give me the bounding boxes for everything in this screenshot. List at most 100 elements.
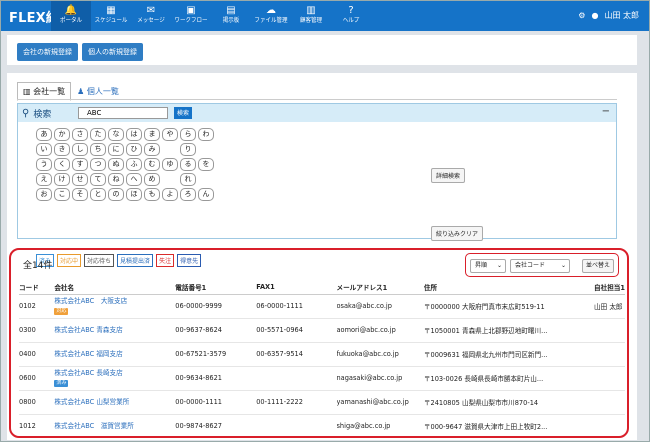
kana-button[interactable]: て [90,173,106,186]
kana-button[interactable]: わ [198,128,214,141]
detail-search-button[interactable]: 詳細検索 [431,168,466,183]
table-row[interactable]: 0400 株式会社ABC 福岡支店 00-67521-3579 00-6357-951… [19,342,625,367]
kana-button[interactable]: く [54,158,70,171]
kana-button[interactable]: そ [72,188,88,201]
kana-button[interactable]: う [36,158,52,171]
kana-button[interactable]: や [162,128,178,141]
kana-button[interactable]: へ [126,173,142,186]
search-input[interactable] [78,107,168,119]
company-name-link[interactable]: 株式会社ABC 大阪支店 [54,297,127,305]
kana-button[interactable]: ふ [126,158,142,171]
column-header[interactable]: コード [19,280,55,295]
column-header[interactable]: 住所 [423,280,595,295]
sort-button[interactable]: 並べ替え [581,259,614,273]
address-cell: 〒1050001 青森県上北郡野辺地町曙川... [423,318,595,343]
kana-button[interactable]: お [36,188,52,201]
nav-item[interactable]: ✉ メッセージ [131,1,171,31]
column-header[interactable]: メールアドレス1 [336,280,424,295]
person-icon: ♟ [77,87,85,96]
kana-button[interactable]: ぬ [108,158,124,171]
kana-button[interactable]: よ [162,188,178,201]
kana-button[interactable]: ろ [180,188,196,201]
kana-button[interactable]: に [108,143,124,156]
company-name-link[interactable]: 株式会社ABC 山梨営業所 [54,398,129,406]
register-company-button[interactable]: 会社の新規登録 [17,43,78,61]
company-name-link[interactable]: 株式会社ABC 長崎支店 [54,369,122,377]
kana-button[interactable]: る [180,158,196,171]
sort-field-select[interactable]: 会社コード ⌄ [510,259,570,273]
kana-button[interactable]: み [144,143,160,156]
nav-item[interactable]: ▥ 顧客管理 [291,1,331,31]
help-icon: ? [348,5,354,16]
nav-label: ワークフロー [174,17,208,24]
kana-button[interactable]: か [54,128,70,141]
kana-button[interactable]: む [144,158,160,171]
kana-button[interactable]: つ [90,158,106,171]
kana-row: いきしちにひみ り [36,143,216,157]
kana-button[interactable]: こ [54,188,70,201]
nav-item[interactable]: ▤ 掲示板 [211,1,251,31]
status-badge: 済み [54,380,69,387]
sort-field-value: 会社コード [515,262,546,269]
code-cell: 1012 [19,414,55,436]
table-row[interactable]: 0102 株式会社ABC 大阪支店 対応 06-0000-9999 06-0000-11… [19,294,625,319]
table-row[interactable]: 0800 株式会社ABC 山梨営業所 00-0000-1111 00-1111-222… [19,390,625,415]
kana-button[interactable]: け [54,173,70,186]
kana-button[interactable]: り [180,143,196,156]
company-name-link[interactable]: 株式会社ABC 青森支店 [54,326,122,334]
kana-button[interactable]: え [36,173,52,186]
nav-item[interactable]: ☁ ファイル管理 [251,1,291,31]
kana-button[interactable]: さ [72,128,88,141]
nav-item[interactable]: ▦ スケジュール [91,1,131,31]
nav-item[interactable]: ▣ ワークフロー [171,1,211,31]
kana-button[interactable]: ら [180,128,196,141]
building-icon: ▥ [306,5,316,16]
kana-button[interactable]: ま [144,128,160,141]
kana-button[interactable]: た [90,128,106,141]
kana-button[interactable]: す [72,158,88,171]
kana-button[interactable]: ゆ [162,158,178,171]
column-header[interactable]: 会社名 [54,280,176,295]
kana-button[interactable]: い [36,143,52,156]
kana-button[interactable]: は [126,128,142,141]
order-select[interactable]: 昇順 ⌄ [470,259,506,273]
kana-button[interactable]: の [108,188,124,201]
kana-button[interactable]: も [144,188,160,201]
kana-button[interactable]: ち [90,143,106,156]
kana-button[interactable]: と [90,188,106,201]
kana-button[interactable]: ん [198,188,214,201]
kana-button[interactable]: ね [108,173,124,186]
kana-button[interactable]: き [54,143,70,156]
email-cell: fukuoka@abc.co.jp [336,342,424,367]
user-name[interactable]: 山田 太郎 [604,10,639,21]
kana-button[interactable]: し [72,143,88,156]
kana-button[interactable]: な [108,128,124,141]
tel-cell: 00-0000-1111 [175,390,257,415]
column-header[interactable]: FAX1 [256,280,337,295]
company-name-link[interactable]: 株式会社ABC 福岡支店 [54,350,122,358]
company-name-link[interactable]: 株式会社ABC 滋賀営業所 [54,422,133,430]
kana-button[interactable]: ひ [126,143,142,156]
kana-button[interactable]: め [144,173,160,186]
kana-button[interactable]: れ [180,173,196,186]
user-area: ⚙ ● 山田 太郎 [578,10,639,21]
gear-icon[interactable]: ⚙ [578,11,585,20]
kana-button[interactable]: を [198,158,214,171]
company-table: コード 会社名 電話番号1 FAX1 メールアドレス1 住所 自社担当1 0102 株式会社A… [19,280,625,436]
table-row[interactable]: 1012 株式会社ABC 滋賀営業所 00-9874-8627 shiga@abc.c… [19,414,625,436]
register-person-button[interactable]: 個人の新規登録 [82,43,143,61]
column-header[interactable]: 電話番号1 [175,280,257,295]
column-header[interactable]: 自社担当1 [594,280,625,295]
nav-item[interactable]: 🔔 ポータル [51,1,91,31]
nav-item[interactable]: ? ヘルプ [331,1,371,31]
kana-button[interactable]: あ [36,128,52,141]
collapse-icon[interactable]: − [602,106,610,117]
table-row[interactable]: 0300 株式会社ABC 青森支店 00-9637-8624 00-5571-0964… [19,318,625,343]
email-cell: aomori@abc.co.jp [336,318,424,343]
clear-filter-button[interactable]: 絞り込みクリア [431,226,484,241]
fax-cell [256,414,337,436]
kana-button[interactable]: ほ [126,188,142,201]
kana-button[interactable]: せ [72,173,88,186]
search-button[interactable]: 検索 [174,107,193,119]
table-row[interactable]: 0600 株式会社ABC 長崎支店 済み 00-9634-8621 nagasaki@a… [19,366,625,391]
